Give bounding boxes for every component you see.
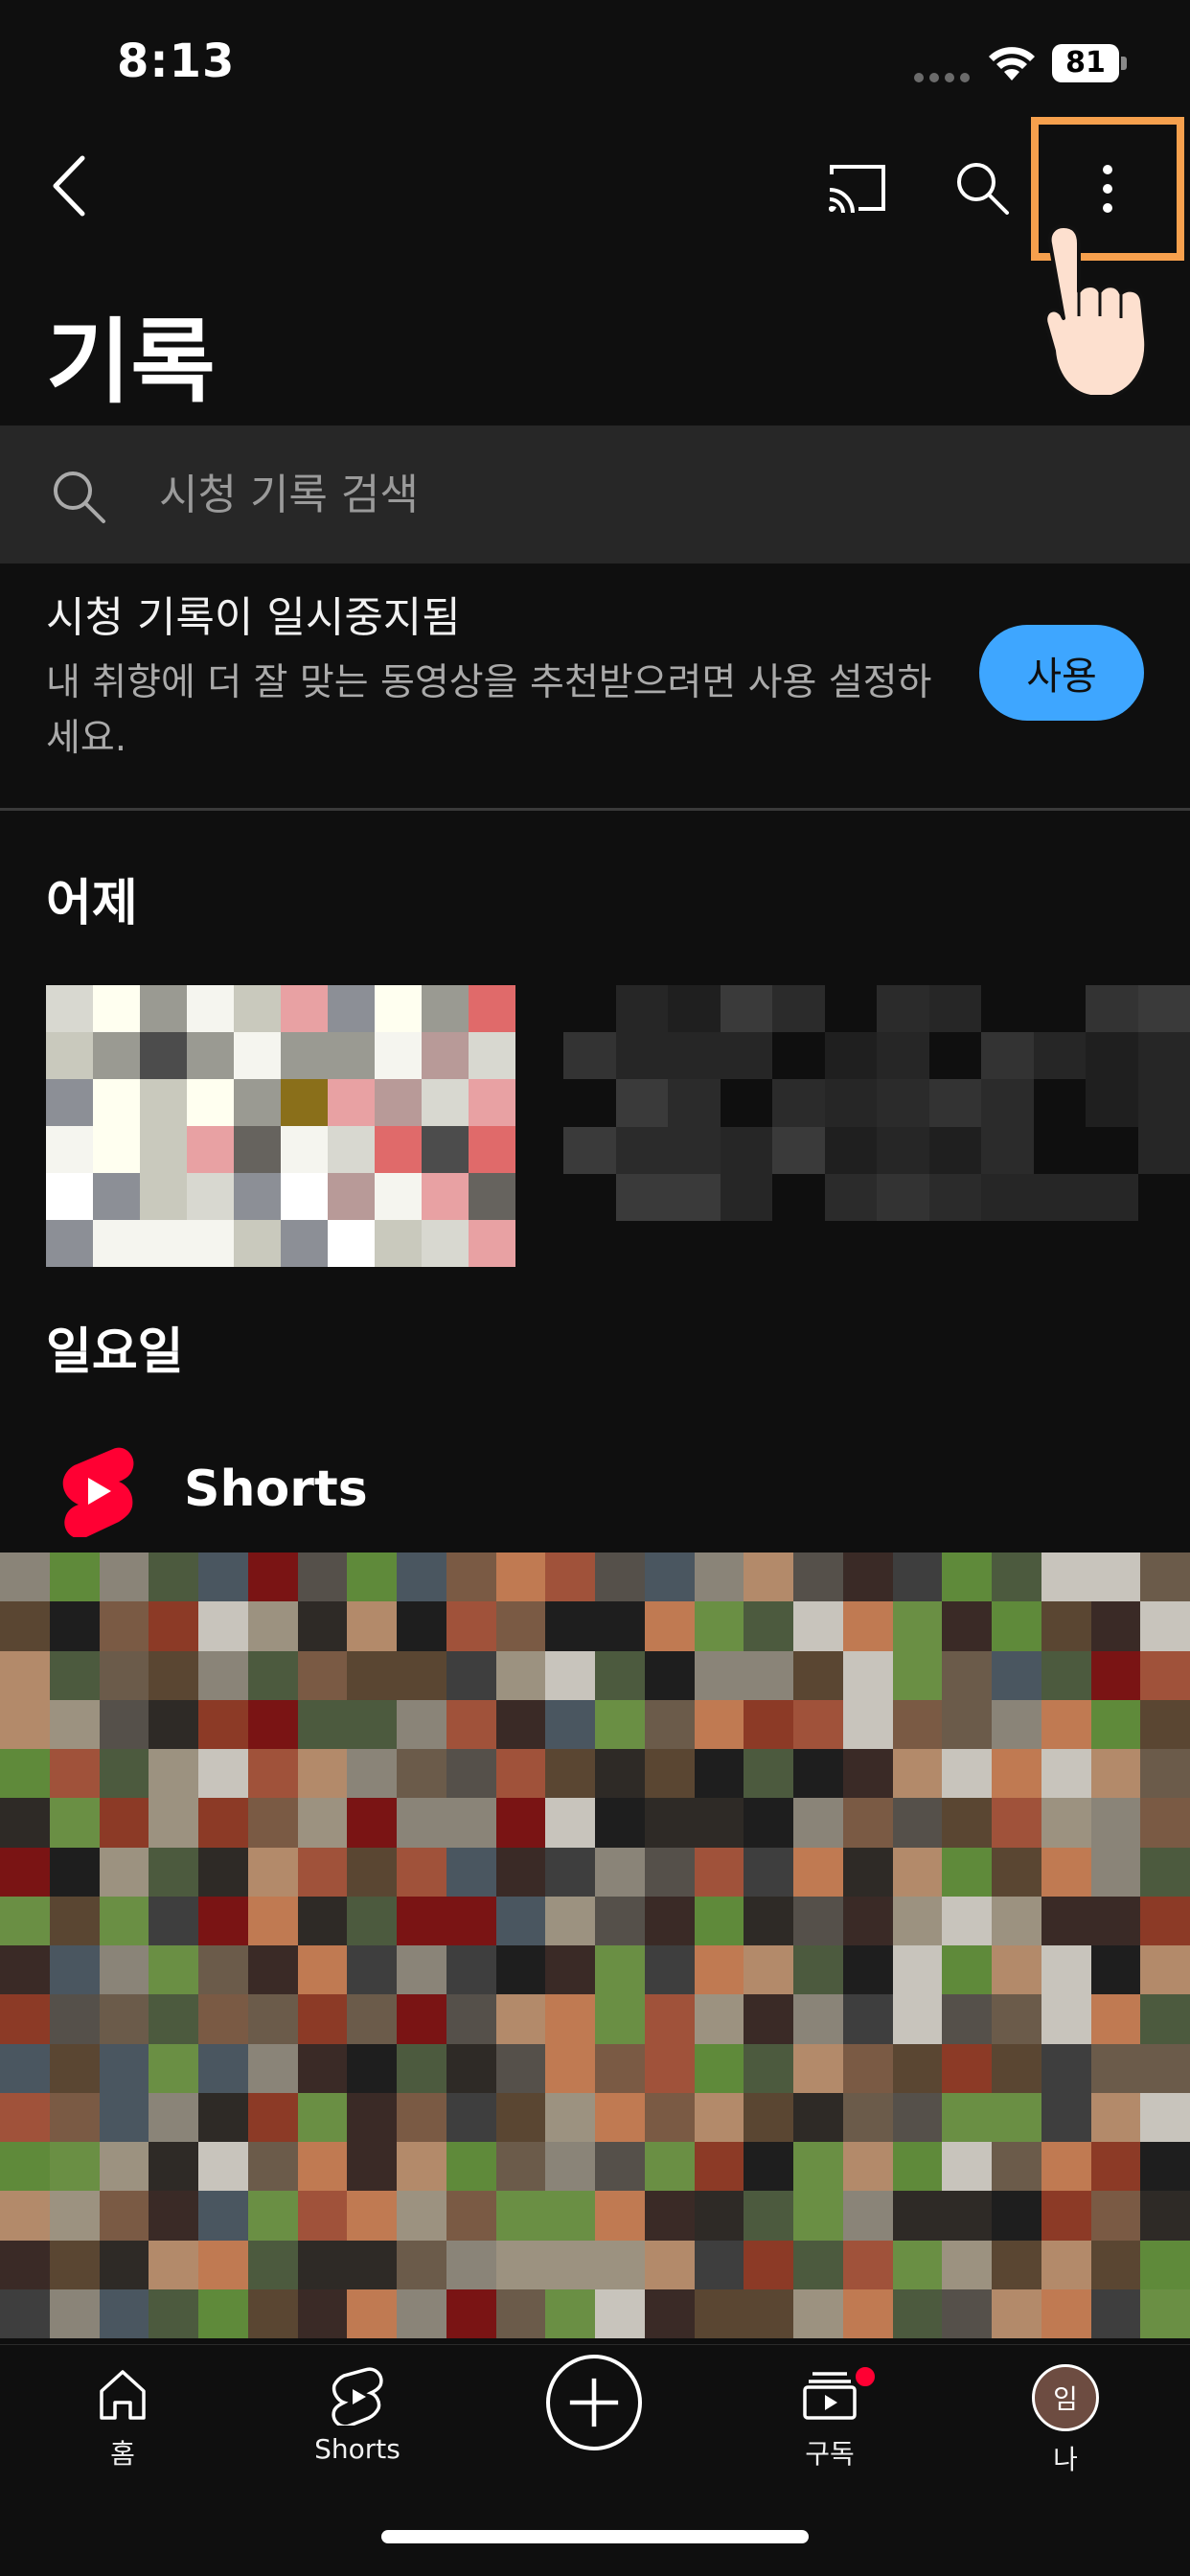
shorts-shelf-header: Shorts xyxy=(57,1438,632,1543)
nav-shorts-label: Shorts xyxy=(314,2433,400,2465)
enable-history-button[interactable]: 사용 xyxy=(979,625,1144,721)
history-search-bar[interactable] xyxy=(0,426,1190,564)
notification-dot xyxy=(853,2364,878,2389)
cast-button[interactable] xyxy=(819,150,896,226)
video-thumbnail[interactable] xyxy=(46,985,515,1267)
nav-home-label: 홈 xyxy=(110,2438,135,2470)
nav-me-label: 나 xyxy=(1053,2444,1078,2475)
section-heading-yesterday: 어제 xyxy=(46,875,138,932)
cast-icon xyxy=(829,165,885,214)
shorts-shelf-title: Shorts xyxy=(184,1460,368,1518)
shorts-icon xyxy=(332,2367,383,2426)
nav-subscriptions[interactable]: 구독 xyxy=(734,2364,926,2508)
nav-me[interactable]: 임 나 xyxy=(970,2364,1161,2508)
subscriptions-icon xyxy=(803,2372,857,2420)
cellular-signal-icon xyxy=(914,73,970,82)
history-page: 8:13 81 기록 시청 기록 검색 시청 기록이 일시중지됨 내 취향에 더… xyxy=(0,0,1190,2576)
shorts-logo-icon xyxy=(62,1447,134,1537)
shorts-thumbnails-blurred[interactable] xyxy=(0,1552,1190,2338)
create-button[interactable] xyxy=(546,2355,642,2450)
wifi-icon xyxy=(989,47,1035,80)
plus-icon xyxy=(569,2378,619,2427)
back-button[interactable] xyxy=(34,148,103,224)
nav-shorts[interactable]: Shorts xyxy=(262,2364,453,2508)
nav-home[interactable]: 홈 xyxy=(27,2364,218,2508)
history-search-input[interactable] xyxy=(159,464,1117,525)
nav-subscriptions-label: 구독 xyxy=(805,2438,855,2470)
chevron-left-icon xyxy=(53,155,85,217)
history-video-item[interactable] xyxy=(46,985,1190,1267)
section-heading-sunday: 일요일 xyxy=(46,1323,184,1381)
divider xyxy=(0,808,1190,811)
top-app-bar xyxy=(0,117,1190,261)
status-time: 8:13 xyxy=(117,34,236,88)
page-title: 기록 xyxy=(46,309,216,416)
more-vertical-icon xyxy=(1103,165,1112,213)
home-indicator xyxy=(381,2530,809,2543)
battery-icon: 81 xyxy=(1052,44,1127,82)
video-details-blurred xyxy=(563,985,1190,1221)
home-icon xyxy=(100,2370,146,2420)
nav-create[interactable] xyxy=(498,2355,690,2498)
status-bar: 8:13 81 xyxy=(0,0,1190,125)
search-icon xyxy=(957,163,1009,215)
history-paused-description: 내 취향에 더 잘 맞는 동영상을 추천받으려면 사용 설정하세요. xyxy=(46,661,932,760)
history-paused-title: 시청 기록이 일시중지됨 xyxy=(46,593,461,642)
search-button[interactable] xyxy=(944,150,1020,226)
tap-hand-icon xyxy=(1043,224,1149,399)
battery-level: 81 xyxy=(1052,44,1119,82)
search-icon xyxy=(54,472,105,523)
avatar[interactable]: 임 xyxy=(1032,2364,1099,2431)
